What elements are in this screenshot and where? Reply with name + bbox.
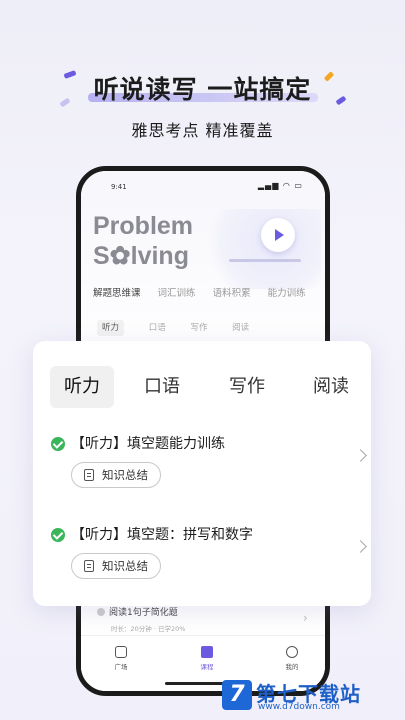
progress-dot-icon [97,608,105,616]
skill-tab-small[interactable]: 写作 [190,323,207,333]
tab-label: 广场 [114,663,128,671]
tab-me[interactable]: 我的 [272,646,312,671]
chevron-right-icon[interactable] [354,540,367,553]
lesson-item[interactable]: 【听力】填空题能力训练 知识总结 [51,433,367,493]
document-icon [84,560,94,572]
tab-label: 课程 [200,663,214,671]
tab-plaza[interactable]: 广场 [101,646,141,671]
hero-background [201,209,321,289]
chevron-right-icon: › [303,611,308,625]
book-icon [201,646,213,658]
skill-tab-small[interactable]: 阅读 [232,323,249,333]
status-icons: ▂▄▆ ◠ ▭ [257,181,303,190]
lesson-title: 【听力】填空题能力训练 [71,436,225,452]
course-tab[interactable]: 能力训练 [268,288,306,299]
hero-title-line2: S✿lving [93,242,189,270]
status-time: 9:41 [111,183,127,191]
course-tab[interactable]: 语料积累 [213,288,251,299]
audio-progress-bar [229,259,301,262]
promo-subhead: 雅思考点 精准覆盖 [131,121,274,140]
lesson-item[interactable]: 【听力】填空题：拼写和数字 知识总结 [51,524,367,584]
tab-reading[interactable]: 阅读 [313,366,349,408]
course-tab[interactable]: 词汇训练 [158,288,196,299]
skill-tabs: 听力 口语 写作 阅读 [50,366,360,408]
knowledge-summary-button[interactable]: 知识总结 [71,462,161,488]
pill-label: 知识总结 [102,468,148,482]
skill-tab-small[interactable]: 听力 [97,320,125,336]
skill-tabs-small: 听力 口语 写作 阅读 [97,320,271,336]
watermark-logo-icon: 7 [222,680,252,710]
lesson-title: 阅读1句子简化题 [109,608,178,618]
lesson-title: 【听力】填空题：拼写和数字 [71,527,253,543]
watermark-url: www.d7down.com [258,702,340,712]
tab-courses[interactable]: 课程 [187,646,227,671]
course-category-tabs: 解题思维课 词汇训练 语料积累 能力训练 [93,285,325,299]
check-circle-icon [51,528,65,542]
hero-title-line1: Problem [93,212,194,240]
lesson-meta: 时长：20分钟 · 已学20% [111,625,186,633]
chevron-right-icon[interactable] [354,449,367,462]
lesson-list-item[interactable]: 阅读1句子简化题 [97,605,178,618]
promo-headline: 听说读写 一站搞定 [93,75,312,104]
pill-label: 知识总结 [102,559,148,573]
document-icon [84,469,94,481]
user-icon [286,646,298,658]
tab-label: 我的 [285,663,299,671]
watermark: 7 第七下载站 www.d7down.com [222,678,402,718]
knowledge-summary-button[interactable]: 知识总结 [71,553,161,579]
tab-speaking[interactable]: 口语 [144,366,180,408]
skill-tab-small[interactable]: 口语 [149,323,166,333]
tab-writing[interactable]: 写作 [229,366,265,408]
course-tab[interactable]: 解题思维课 [93,288,141,299]
hero-title: Problem S✿lving [93,211,193,271]
play-icon[interactable] [261,218,295,252]
home-icon [115,646,127,658]
check-circle-icon [51,437,65,451]
tab-listening[interactable]: 听力 [50,366,114,408]
lesson-card: 听力 口语 写作 阅读 【听力】填空题能力训练 知识总结 【听力】填空题：拼写和… [33,341,371,606]
